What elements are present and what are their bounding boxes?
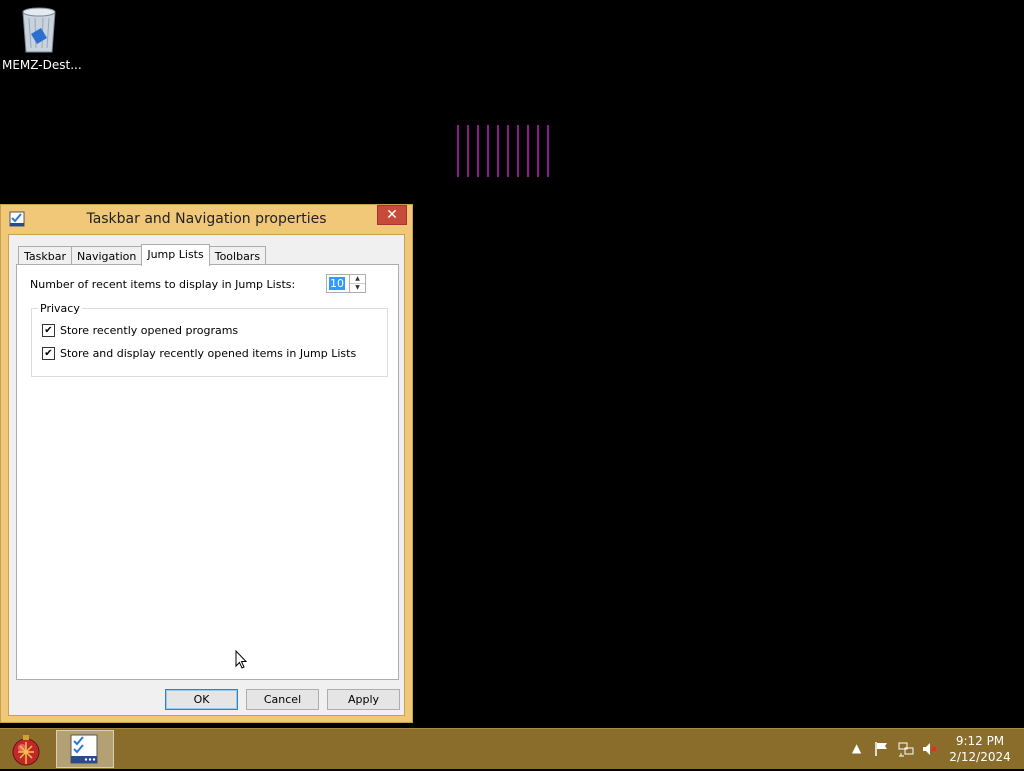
recent-items-spinner[interactable]: 10 ▲ ▼ [326,274,366,293]
store-programs-option[interactable]: ✔ Store recently opened programs [42,324,238,337]
chevron-up-icon[interactable]: ▲ [852,741,861,755]
apply-button[interactable]: Apply [327,689,400,710]
network-icon[interactable] [898,741,914,760]
clock-date: 2/12/2024 [949,750,1011,764]
tab-taskbar[interactable]: Taskbar [18,246,72,266]
recent-items-label: Number of recent items to display in Jum… [30,278,296,291]
dialog-client-area: Taskbar Navigation Jump Lists Toolbars N… [8,234,405,716]
taskbar: ▲ 9:12 PM 2/12/2024 [0,728,1024,769]
window-title: Taskbar and Navigation properties [86,211,327,227]
spinner-arrows: ▲ ▼ [349,275,365,292]
tab-navigation[interactable]: Navigation [71,246,143,266]
spin-up-icon[interactable]: ▲ [350,275,365,284]
purple-lines-artifact [457,125,549,177]
start-orb-icon [12,735,40,766]
tab-jump-lists[interactable]: Jump Lists [141,244,210,266]
cancel-button[interactable]: Cancel [246,689,319,710]
properties-dialog: Taskbar and Navigation properties ✕ Task… [0,204,413,723]
desktop-icon-memz[interactable]: MEMZ-Dest... [2,6,82,72]
jump-lists-panel: Number of recent items to display in Jum… [16,264,399,680]
store-items-checkbox[interactable]: ✔ [42,347,55,360]
privacy-group-label: Privacy [38,302,82,315]
spin-down-icon[interactable]: ▼ [350,284,365,292]
store-programs-label: Store recently opened programs [60,324,239,337]
title-bar[interactable]: Taskbar and Navigation properties ✕ [1,205,412,233]
store-programs-checkbox[interactable]: ✔ [42,324,55,337]
system-clock[interactable]: 9:12 PM 2/12/2024 [945,733,1015,765]
recycle-bin-icon [19,6,59,54]
tab-strip: Taskbar Navigation Jump Lists Toolbars [18,244,267,266]
mouse-cursor-icon [235,650,248,669]
privacy-group: Privacy ✔ Store recently opened programs… [31,302,388,377]
clock-time: 9:12 PM [955,734,1005,748]
speaker-muted-icon[interactable] [922,741,938,760]
tab-toolbars[interactable]: Toolbars [208,246,267,266]
flag-icon[interactable] [874,741,890,760]
store-items-option[interactable]: ✔ Store and display recently opened item… [42,347,356,360]
recent-items-value[interactable]: 10 [329,277,345,290]
desktop-icon-label: MEMZ-Dest... [2,58,82,72]
ok-button[interactable]: OK [165,689,238,710]
start-button[interactable] [8,732,44,768]
close-button[interactable]: ✕ [377,205,407,225]
taskbar-properties-icon [70,734,98,764]
taskbar-item-properties[interactable] [56,730,114,768]
store-items-label: Store and display recently opened items … [60,347,357,360]
